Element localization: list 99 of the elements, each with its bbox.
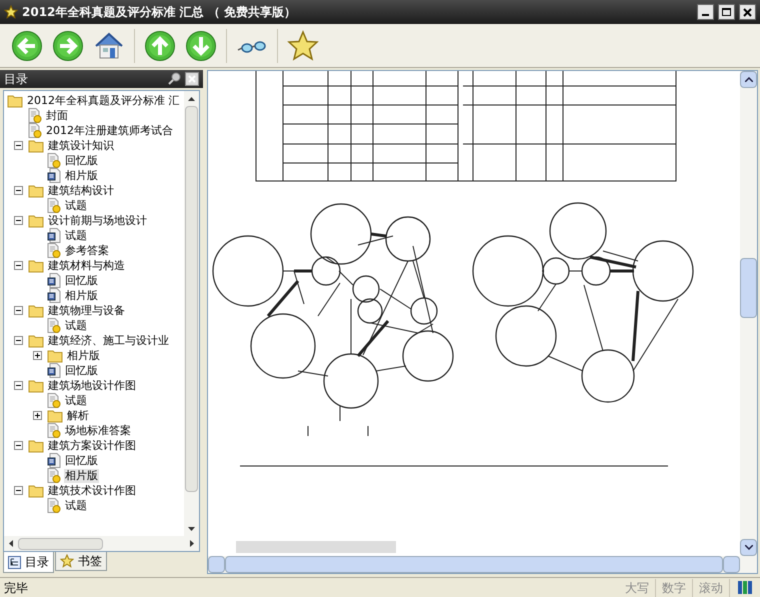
scroll-right-icon[interactable] — [190, 540, 194, 547]
tree-item[interactable]: 2012年注册建筑师考试合 — [45, 124, 174, 138]
minimize-button[interactable] — [697, 4, 714, 20]
close-icon — [743, 8, 752, 16]
status-indicator: 数字 — [656, 578, 693, 596]
tree-item[interactable]: 试题 — [64, 228, 88, 242]
tree-item[interactable]: 封面 — [45, 108, 69, 122]
page-smiley-icon — [28, 108, 42, 123]
folder-icon — [28, 484, 44, 498]
books-icon — [738, 581, 752, 594]
pane-tab[interactable]: 书签 — [55, 552, 107, 571]
scroll-thumb[interactable] — [18, 538, 103, 550]
tree-item[interactable]: 建筑经济、施工与设计业 — [47, 334, 170, 348]
window-title: 2012年全科真题及评分标准 汇总 （ 免费共享版） — [22, 4, 296, 21]
tree-item[interactable]: 建筑场地设计作图 — [47, 378, 137, 392]
tree-item[interactable]: 相片版 — [66, 348, 101, 362]
folder-icon — [47, 348, 63, 362]
folder-icon — [47, 408, 63, 422]
horizontal-scrollbar[interactable] — [4, 536, 199, 551]
page-smiley-icon — [47, 318, 61, 333]
tree-item[interactable]: 建筑设计知识 — [47, 138, 115, 152]
page-smiley-icon — [47, 198, 61, 213]
tree-item[interactable]: 试题 — [64, 498, 88, 512]
page-smiley-icon — [47, 393, 61, 408]
status-indicator: 大写 — [619, 578, 656, 596]
pane-title: 目录 — [4, 71, 28, 88]
scroll-left-icon[interactable] — [9, 540, 13, 547]
expand-toggle[interactable] — [33, 411, 42, 420]
close-button[interactable] — [739, 4, 756, 20]
tree-item[interactable]: 建筑材料与构造 — [47, 258, 126, 272]
collapse-toggle[interactable] — [14, 336, 23, 345]
tree-item[interactable]: 2012年全科真题及评分标准 汇 — [26, 94, 180, 108]
tree-item[interactable]: 回忆版 — [64, 154, 99, 168]
document-icon — [47, 273, 61, 288]
tree-list-icon — [8, 556, 21, 568]
folder-icon — [28, 214, 44, 228]
status-text: 完毕 — [4, 580, 28, 596]
collapse-toggle[interactable] — [14, 381, 23, 390]
page-smiley-icon — [47, 423, 61, 438]
tree-item[interactable]: 建筑物理与设备 — [47, 304, 126, 318]
page-smiley-icon — [47, 243, 61, 258]
folder-icon — [28, 438, 44, 452]
scroll-thumb[interactable] — [185, 106, 198, 492]
collapse-toggle[interactable] — [14, 486, 23, 495]
scroll-thumb[interactable] — [740, 258, 757, 318]
tree-item[interactable]: 试题 — [64, 394, 88, 408]
star-icon[interactable] — [287, 30, 319, 62]
tree-item[interactable]: 试题 — [64, 198, 88, 212]
tree-item[interactable]: 建筑方案设计作图 — [47, 438, 137, 452]
vertical-scrollbar[interactable] — [740, 71, 757, 556]
collapse-toggle[interactable] — [14, 261, 23, 270]
folder-icon — [7, 94, 23, 108]
scroll-up-icon — [744, 77, 752, 82]
collapse-toggle[interactable] — [14, 186, 23, 195]
collapse-toggle[interactable] — [14, 216, 23, 225]
star-icon — [60, 554, 74, 568]
document-icon — [47, 453, 61, 468]
tree-item[interactable]: 相片版 — [64, 288, 99, 302]
scroll-up-button[interactable] — [740, 71, 757, 88]
folder-icon — [28, 334, 44, 348]
scroll-down-icon — [744, 545, 752, 550]
page-smiley-icon — [47, 468, 61, 483]
scroll-up-icon[interactable] — [188, 96, 195, 100]
tree-item[interactable]: 参考答案 — [64, 244, 110, 258]
folder-icon — [28, 378, 44, 392]
star-icon — [4, 5, 18, 19]
document-icon — [47, 363, 61, 378]
tree-item[interactable]: 回忆版 — [64, 454, 99, 468]
tree-item[interactable]: 建筑技术设计作图 — [47, 484, 137, 498]
collapse-toggle[interactable] — [14, 306, 23, 315]
tree-item[interactable]: 场地标准答案 — [64, 424, 132, 438]
document-icon — [47, 228, 61, 243]
vertical-scrollbar[interactable] — [184, 91, 199, 536]
tree-item[interactable]: 回忆版 — [64, 364, 99, 378]
status-indicator: 滚动 — [693, 578, 730, 596]
tree-item[interactable]: 试题 — [64, 318, 88, 332]
page-smiley-icon — [47, 498, 61, 513]
tree-item[interactable]: 相片版 — [64, 168, 99, 182]
tree-item[interactable]: 建筑结构设计 — [47, 184, 115, 198]
tree-item[interactable]: 回忆版 — [64, 274, 99, 288]
page-smiley-icon — [47, 153, 61, 168]
collapse-toggle[interactable] — [14, 441, 23, 450]
scroll-down-icon[interactable] — [188, 526, 195, 530]
folder-icon — [28, 304, 44, 318]
tree-item[interactable]: 相片版 — [64, 468, 99, 482]
close-icon — [188, 75, 196, 83]
tree-item[interactable]: 设计前期与场地设计 — [47, 214, 148, 228]
document-icon — [47, 288, 61, 303]
folder-icon — [28, 258, 44, 272]
collapse-toggle[interactable] — [14, 141, 23, 150]
expand-toggle[interactable] — [33, 351, 42, 360]
document-icon — [47, 168, 61, 183]
maximize-button[interactable] — [718, 4, 735, 20]
folder-icon — [28, 138, 44, 152]
scroll-down-button[interactable] — [740, 539, 757, 556]
pane-tab[interactable]: 目录 — [3, 552, 54, 573]
folder-icon — [28, 184, 44, 198]
page-smiley-icon — [28, 123, 42, 138]
tree-item[interactable]: 解析 — [66, 408, 90, 422]
